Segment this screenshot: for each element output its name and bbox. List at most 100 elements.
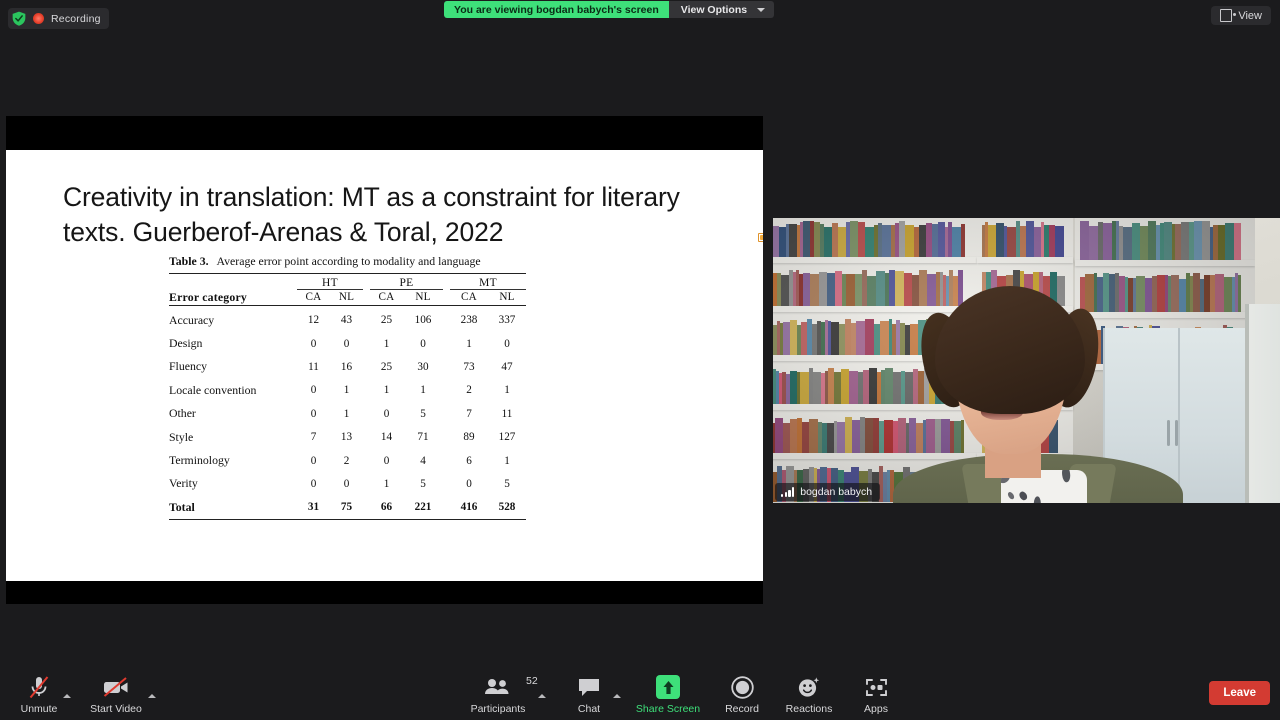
- start-video-label: Start Video: [90, 703, 142, 715]
- view-layout-button[interactable]: View: [1211, 6, 1271, 25]
- slide-title: Creativity in translation: MT as a const…: [63, 180, 683, 250]
- shield-check-icon: [12, 11, 26, 26]
- recording-dot-icon: [33, 13, 44, 24]
- meeting-toolbar: Unmute Start Video 52 Participants: [0, 662, 1280, 720]
- table-cell-gap: [443, 402, 450, 425]
- table-cell-value: 0: [330, 332, 363, 355]
- start-video-button[interactable]: Start Video: [77, 674, 155, 715]
- table-cell-value: 71: [403, 425, 443, 448]
- subheader-mt-nl: NL: [488, 290, 526, 306]
- table-cell-value: 337: [488, 309, 526, 332]
- table-cell-value: 5: [403, 472, 443, 495]
- participant-video-tile[interactable]: bogdan babych: [773, 218, 1280, 503]
- microphone-muted-icon: [27, 674, 51, 700]
- subheader-ht-ca: CA: [297, 290, 330, 306]
- table-cell-value: 528: [488, 496, 526, 520]
- table-cell-gap: [363, 472, 370, 495]
- presenter-cursor-icon: [758, 233, 763, 242]
- table-cell-value: 7: [297, 425, 330, 448]
- chat-options-caret-icon[interactable]: [613, 694, 621, 698]
- apps-button[interactable]: Apps: [837, 674, 915, 715]
- video-options-caret-icon[interactable]: [148, 694, 156, 698]
- participants-label: Participants: [471, 703, 526, 715]
- chat-bubble-icon: [577, 674, 601, 700]
- table-cell-value: 89: [450, 425, 488, 448]
- top-bar: Recording You are viewing bogdan babych'…: [0, 0, 1280, 33]
- share-screen-label: Share Screen: [636, 703, 700, 715]
- table-cell-category: Design: [169, 332, 297, 355]
- table-cell-gap: [363, 309, 370, 332]
- layout-view-icon: [1220, 9, 1232, 22]
- table-cell-value: 1: [403, 379, 443, 402]
- table-cell-value: 0: [297, 472, 330, 495]
- table-cell-gap: [363, 449, 370, 472]
- table-cell-value: 75: [330, 496, 363, 520]
- table-cell-category: Total: [169, 496, 297, 520]
- table-cell-gap: [363, 355, 370, 378]
- audio-options-caret-icon[interactable]: [63, 694, 71, 698]
- table-cell-value: 1: [370, 379, 403, 402]
- participant-name-badge: bogdan babych: [775, 483, 880, 501]
- table-cell-value: 31: [297, 496, 330, 520]
- table-cell-category: Terminology: [169, 449, 297, 472]
- table-cell-value: 0: [403, 332, 443, 355]
- table-cell-gap: [363, 402, 370, 425]
- viewing-screen-bar: You are viewing bogdan babych's screen V…: [444, 1, 774, 18]
- shared-screen-area[interactable]: Creativity in translation: MT as a const…: [6, 116, 763, 604]
- door-frame: [1245, 304, 1280, 503]
- table-cell-value: 0: [297, 332, 330, 355]
- table-row: Accuracy124325106238337: [169, 309, 526, 332]
- table-cell-value: 127: [488, 425, 526, 448]
- video-stream: [773, 218, 1280, 503]
- table-cell-value: 221: [403, 496, 443, 520]
- recording-label: Recording: [51, 13, 101, 25]
- table-cell-value: 1: [330, 379, 363, 402]
- table-cell-value: 16: [330, 355, 363, 378]
- table-cell-category: Style: [169, 425, 297, 448]
- person-figure: [893, 286, 1183, 503]
- participant-name-label: bogdan babych: [800, 486, 872, 498]
- reactions-smiley-icon: [797, 674, 821, 700]
- participants-options-caret-icon[interactable]: [538, 694, 546, 698]
- table-cell-value: 0: [370, 402, 403, 425]
- table-cell-gap: [363, 496, 370, 520]
- table-cell-category: Accuracy: [169, 309, 297, 332]
- leave-button[interactable]: Leave: [1209, 681, 1270, 705]
- table-cell-value: 12: [297, 309, 330, 332]
- group-header-ht: HT: [297, 277, 363, 290]
- table-cell-gap: [443, 472, 450, 495]
- record-label: Record: [725, 703, 759, 715]
- subheader-ht-nl: NL: [330, 290, 363, 306]
- table-row: Total317566221416528: [169, 496, 526, 520]
- table-cell-value: 0: [330, 472, 363, 495]
- table-cell-value: 2: [330, 449, 363, 472]
- table-cell-value: 0: [370, 449, 403, 472]
- table-cell-value: 106: [403, 309, 443, 332]
- table-row: Other0105711: [169, 402, 526, 425]
- error-point-table: HT PE MT Error category CA NL CA NL: [169, 273, 526, 523]
- table-cell-value: 11: [488, 402, 526, 425]
- view-options-button[interactable]: View Options: [669, 1, 774, 18]
- table-body: Accuracy124325106238337Design001010Fluen…: [169, 309, 526, 520]
- table-cell-value: 30: [403, 355, 443, 378]
- record-circle-icon: [731, 674, 754, 700]
- group-header-pe: PE: [370, 277, 443, 290]
- table-cell-value: 1: [330, 402, 363, 425]
- unmute-label: Unmute: [21, 703, 58, 715]
- share-screen-icon: [656, 674, 680, 700]
- table-cell-value: 11: [297, 355, 330, 378]
- subheader-mt-ca: CA: [450, 290, 488, 306]
- table-caption-text: Average error point according to modalit…: [217, 254, 481, 268]
- signal-bars-icon: [781, 487, 794, 497]
- share-screen-button[interactable]: Share Screen: [629, 674, 707, 715]
- table-row: Terminology020461: [169, 449, 526, 472]
- table-cell-value: 1: [450, 332, 488, 355]
- table-cell-value: 238: [450, 309, 488, 332]
- table-cell-value: 4: [403, 449, 443, 472]
- table-cell-gap: [363, 425, 370, 448]
- table-cell-value: 5: [403, 402, 443, 425]
- participants-button[interactable]: 52 Participants: [459, 674, 537, 715]
- table-cell-value: 0: [297, 402, 330, 425]
- viewing-banner-label: You are viewing bogdan babych's screen: [444, 1, 669, 18]
- table-cell-category: Fluency: [169, 355, 297, 378]
